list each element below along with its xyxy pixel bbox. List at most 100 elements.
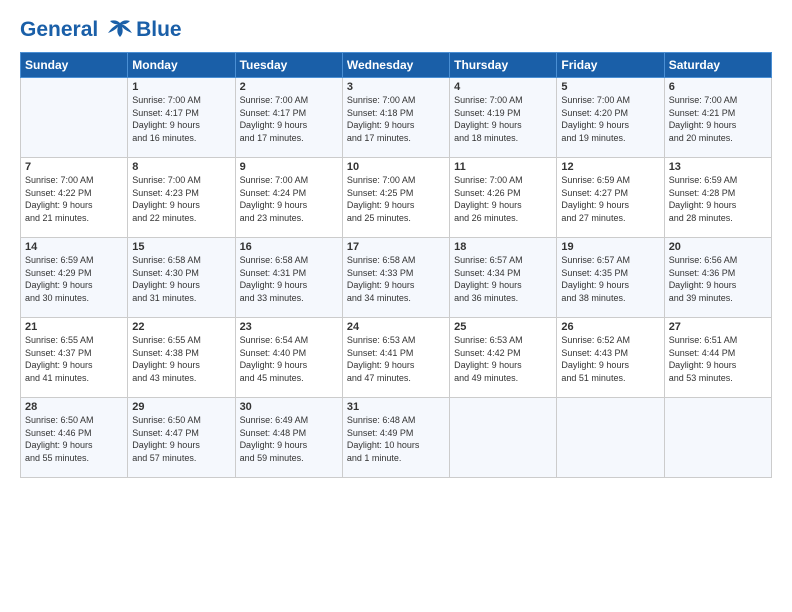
day-info: Sunrise: 7:00 AM Sunset: 4:24 PM Dayligh… xyxy=(240,174,338,224)
calendar-cell: 14Sunrise: 6:59 AM Sunset: 4:29 PM Dayli… xyxy=(21,238,128,318)
day-number: 19 xyxy=(561,241,659,253)
day-number: 3 xyxy=(347,81,445,93)
calendar-cell: 22Sunrise: 6:55 AM Sunset: 4:38 PM Dayli… xyxy=(128,318,235,398)
day-info: Sunrise: 7:00 AM Sunset: 4:21 PM Dayligh… xyxy=(669,94,767,144)
day-info: Sunrise: 6:59 AM Sunset: 4:28 PM Dayligh… xyxy=(669,174,767,224)
day-info: Sunrise: 7:00 AM Sunset: 4:17 PM Dayligh… xyxy=(240,94,338,144)
calendar-cell xyxy=(557,398,664,478)
calendar-cell: 13Sunrise: 6:59 AM Sunset: 4:28 PM Dayli… xyxy=(664,158,771,238)
weekday-header-saturday: Saturday xyxy=(664,53,771,78)
week-row-3: 14Sunrise: 6:59 AM Sunset: 4:29 PM Dayli… xyxy=(21,238,772,318)
week-row-4: 21Sunrise: 6:55 AM Sunset: 4:37 PM Dayli… xyxy=(21,318,772,398)
calendar-cell: 6Sunrise: 7:00 AM Sunset: 4:21 PM Daylig… xyxy=(664,78,771,158)
day-info: Sunrise: 6:50 AM Sunset: 4:46 PM Dayligh… xyxy=(25,414,123,464)
day-number: 21 xyxy=(25,321,123,333)
weekday-header-monday: Monday xyxy=(128,53,235,78)
day-number: 12 xyxy=(561,161,659,173)
week-row-5: 28Sunrise: 6:50 AM Sunset: 4:46 PM Dayli… xyxy=(21,398,772,478)
weekday-header-friday: Friday xyxy=(557,53,664,78)
calendar-cell: 11Sunrise: 7:00 AM Sunset: 4:26 PM Dayli… xyxy=(450,158,557,238)
calendar-cell: 21Sunrise: 6:55 AM Sunset: 4:37 PM Dayli… xyxy=(21,318,128,398)
logo-general: General xyxy=(20,18,98,41)
header: General Blue xyxy=(20,18,772,42)
calendar-cell: 30Sunrise: 6:49 AM Sunset: 4:48 PM Dayli… xyxy=(235,398,342,478)
calendar-cell: 16Sunrise: 6:58 AM Sunset: 4:31 PM Dayli… xyxy=(235,238,342,318)
day-info: Sunrise: 6:58 AM Sunset: 4:30 PM Dayligh… xyxy=(132,254,230,304)
day-info: Sunrise: 7:00 AM Sunset: 4:22 PM Dayligh… xyxy=(25,174,123,224)
day-info: Sunrise: 6:50 AM Sunset: 4:47 PM Dayligh… xyxy=(132,414,230,464)
day-info: Sunrise: 6:53 AM Sunset: 4:41 PM Dayligh… xyxy=(347,334,445,384)
day-number: 30 xyxy=(240,401,338,413)
day-number: 23 xyxy=(240,321,338,333)
day-info: Sunrise: 6:48 AM Sunset: 4:49 PM Dayligh… xyxy=(347,414,445,464)
day-number: 10 xyxy=(347,161,445,173)
calendar-cell: 7Sunrise: 7:00 AM Sunset: 4:22 PM Daylig… xyxy=(21,158,128,238)
day-number: 5 xyxy=(561,81,659,93)
day-number: 11 xyxy=(454,161,552,173)
day-number: 31 xyxy=(347,401,445,413)
day-number: 24 xyxy=(347,321,445,333)
weekday-header-tuesday: Tuesday xyxy=(235,53,342,78)
day-number: 9 xyxy=(240,161,338,173)
day-info: Sunrise: 7:00 AM Sunset: 4:19 PM Dayligh… xyxy=(454,94,552,144)
day-info: Sunrise: 6:49 AM Sunset: 4:48 PM Dayligh… xyxy=(240,414,338,464)
day-number: 20 xyxy=(669,241,767,253)
calendar-cell: 24Sunrise: 6:53 AM Sunset: 4:41 PM Dayli… xyxy=(342,318,449,398)
calendar-cell xyxy=(664,398,771,478)
calendar-cell xyxy=(21,78,128,158)
calendar-cell: 10Sunrise: 7:00 AM Sunset: 4:25 PM Dayli… xyxy=(342,158,449,238)
day-info: Sunrise: 6:59 AM Sunset: 4:29 PM Dayligh… xyxy=(25,254,123,304)
logo: General Blue xyxy=(20,18,182,42)
day-number: 8 xyxy=(132,161,230,173)
day-info: Sunrise: 6:55 AM Sunset: 4:38 PM Dayligh… xyxy=(132,334,230,384)
day-info: Sunrise: 6:51 AM Sunset: 4:44 PM Dayligh… xyxy=(669,334,767,384)
calendar-cell: 3Sunrise: 7:00 AM Sunset: 4:18 PM Daylig… xyxy=(342,78,449,158)
weekday-header-thursday: Thursday xyxy=(450,53,557,78)
day-number: 17 xyxy=(347,241,445,253)
calendar-cell: 23Sunrise: 6:54 AM Sunset: 4:40 PM Dayli… xyxy=(235,318,342,398)
day-number: 2 xyxy=(240,81,338,93)
day-number: 4 xyxy=(454,81,552,93)
week-row-1: 1 Sunrise: 7:00 AM Sunset: 4:17 PM Daylig… xyxy=(21,78,772,158)
calendar-cell: 20Sunrise: 6:56 AM Sunset: 4:36 PM Dayli… xyxy=(664,238,771,318)
day-number: 26 xyxy=(561,321,659,333)
calendar-cell: 1Sunrise: 7:00 AM Sunset: 4:17 PM Daylig… xyxy=(128,78,235,158)
calendar-cell: 31Sunrise: 6:48 AM Sunset: 4:49 PM Dayli… xyxy=(342,398,449,478)
week-row-2: 7Sunrise: 7:00 AM Sunset: 4:22 PM Daylig… xyxy=(21,158,772,238)
calendar-cell: 9Sunrise: 7:00 AM Sunset: 4:24 PM Daylig… xyxy=(235,158,342,238)
day-info: Sunrise: 6:54 AM Sunset: 4:40 PM Dayligh… xyxy=(240,334,338,384)
calendar-cell: 2Sunrise: 7:00 AM Sunset: 4:17 PM Daylig… xyxy=(235,78,342,158)
day-number: 29 xyxy=(132,401,230,413)
day-number: 25 xyxy=(454,321,552,333)
day-number: 13 xyxy=(669,161,767,173)
day-info: Sunrise: 7:00 AM Sunset: 4:26 PM Dayligh… xyxy=(454,174,552,224)
calendar-cell: 8Sunrise: 7:00 AM Sunset: 4:23 PM Daylig… xyxy=(128,158,235,238)
day-info: Sunrise: 6:55 AM Sunset: 4:37 PM Dayligh… xyxy=(25,334,123,384)
day-info: Sunrise: 6:56 AM Sunset: 4:36 PM Dayligh… xyxy=(669,254,767,304)
day-info: Sunrise: 7:00 AM Sunset: 4:25 PM Dayligh… xyxy=(347,174,445,224)
day-number: 6 xyxy=(669,81,767,93)
calendar-table: SundayMondayTuesdayWednesdayThursdayFrid… xyxy=(20,52,772,478)
calendar-cell: 25Sunrise: 6:53 AM Sunset: 4:42 PM Dayli… xyxy=(450,318,557,398)
calendar-cell xyxy=(450,398,557,478)
day-info: Sunrise: 6:58 AM Sunset: 4:31 PM Dayligh… xyxy=(240,254,338,304)
logo-blue: Blue xyxy=(136,18,182,42)
weekday-header-sunday: Sunday xyxy=(21,53,128,78)
calendar-cell: 28Sunrise: 6:50 AM Sunset: 4:46 PM Dayli… xyxy=(21,398,128,478)
calendar-cell: 27Sunrise: 6:51 AM Sunset: 4:44 PM Dayli… xyxy=(664,318,771,398)
day-number: 16 xyxy=(240,241,338,253)
calendar-cell: 26Sunrise: 6:52 AM Sunset: 4:43 PM Dayli… xyxy=(557,318,664,398)
calendar-cell: 15Sunrise: 6:58 AM Sunset: 4:30 PM Dayli… xyxy=(128,238,235,318)
day-info: Sunrise: 7:00 AM Sunset: 4:23 PM Dayligh… xyxy=(132,174,230,224)
logo-bird-icon xyxy=(106,19,134,41)
day-number: 1 xyxy=(132,81,230,93)
day-info: Sunrise: 6:57 AM Sunset: 4:34 PM Dayligh… xyxy=(454,254,552,304)
day-number: 27 xyxy=(669,321,767,333)
day-number: 14 xyxy=(25,241,123,253)
day-info: Sunrise: 6:52 AM Sunset: 4:43 PM Dayligh… xyxy=(561,334,659,384)
calendar-cell: 29Sunrise: 6:50 AM Sunset: 4:47 PM Dayli… xyxy=(128,398,235,478)
page: General Blue SundayMondayTuesdayWednesda… xyxy=(0,0,792,612)
day-info: Sunrise: 7:00 AM Sunset: 4:20 PM Dayligh… xyxy=(561,94,659,144)
calendar-cell: 12Sunrise: 6:59 AM Sunset: 4:27 PM Dayli… xyxy=(557,158,664,238)
day-info: Sunrise: 6:59 AM Sunset: 4:27 PM Dayligh… xyxy=(561,174,659,224)
